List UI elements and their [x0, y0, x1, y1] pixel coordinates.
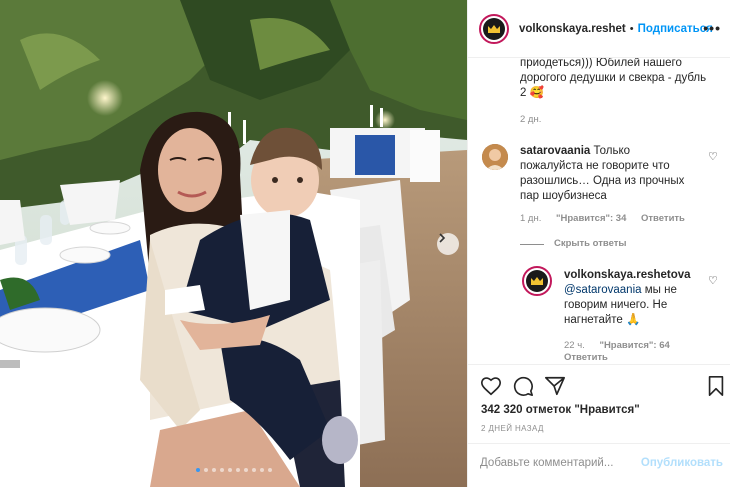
carousel-dot: [203, 468, 208, 472]
carousel-dot: [195, 468, 200, 472]
comments-list[interactable]: приодеться))) Юбилей нашего дорогого дед…: [468, 58, 730, 364]
chevron-right-icon: [439, 233, 446, 243]
post-header: volkonskaya.reshet • Подписаться •••: [468, 0, 730, 58]
reply-like-heart-icon[interactable]: ♡: [708, 274, 718, 287]
reply-mention[interactable]: @satarovaania: [564, 284, 642, 296]
carousel-dot: [235, 468, 240, 472]
reply-body: volkonskaya.reshetova @satarovaania мы н…: [564, 268, 704, 328]
post-side-panel: volkonskaya.reshet • Подписаться ••• при…: [467, 0, 730, 487]
author-username[interactable]: volkonskaya.reshet: [519, 23, 626, 35]
replies-divider: [520, 244, 544, 245]
heart-icon[interactable]: [480, 375, 502, 397]
carousel-dot: [227, 468, 232, 472]
crown-logo-icon: [526, 270, 548, 292]
comment-input[interactable]: Добавьте комментарий...: [480, 457, 613, 469]
likes-count[interactable]: 342 320 отметок "Нравится": [481, 404, 640, 416]
header-separator: •: [629, 22, 634, 35]
more-icon[interactable]: •••: [703, 20, 721, 36]
carousel-dot: [251, 468, 256, 472]
caption-text: приодеться))) Юбилей нашего дорогого дед…: [520, 58, 707, 99]
reply-username[interactable]: volkonskaya.reshetova: [564, 269, 691, 281]
caption-time[interactable]: 2 дн.: [520, 114, 541, 125]
comment-reply-button[interactable]: Ответить: [641, 213, 685, 224]
post-photo[interactable]: [0, 0, 467, 487]
reply-meta: 22 ч. "Нравится": 64: [564, 340, 682, 351]
bookmark-icon[interactable]: [706, 375, 726, 397]
photo-scene: [0, 0, 467, 487]
commenter-avatar[interactable]: [482, 144, 508, 170]
reply-avatar[interactable]: [522, 266, 552, 296]
reply-meta-2: Ответить: [564, 352, 620, 363]
add-comment-bar: Добавьте комментарий... Опубликовать: [468, 443, 730, 487]
carousel-dot: [219, 468, 224, 472]
crown-logo-icon: [483, 17, 505, 40]
publish-button[interactable]: Опубликовать: [641, 457, 723, 469]
carousel-dot: [267, 468, 272, 472]
avatar[interactable]: [479, 13, 509, 44]
carousel-indicator: [0, 468, 467, 472]
instagram-post: volkonskaya.reshet • Подписаться ••• при…: [0, 0, 730, 487]
comment-username[interactable]: satarovaania: [520, 145, 590, 157]
comment-like-heart-icon[interactable]: ♡: [708, 150, 718, 163]
carousel-dot: [259, 468, 264, 472]
hide-replies-button[interactable]: Скрыть ответы: [554, 238, 627, 249]
carousel-dot: [243, 468, 248, 472]
reply-time[interactable]: 22 ч.: [564, 340, 585, 351]
comment-meta: 1 дн. "Нравится": 34 Ответить: [520, 213, 697, 224]
share-icon[interactable]: [544, 375, 566, 397]
reply-likes[interactable]: "Нравится": 64: [599, 340, 669, 351]
comment-icon[interactable]: [512, 375, 534, 397]
post-date[interactable]: 2 ДНЕЙ НАЗАД: [481, 424, 544, 433]
comment-likes[interactable]: "Нравится": 34: [556, 213, 626, 224]
reply-reply-button[interactable]: Ответить: [564, 352, 608, 363]
next-photo-button[interactable]: [437, 233, 459, 255]
comment-body: satarovaania Только пожалуйста не говори…: [520, 144, 690, 204]
comment-time[interactable]: 1 дн.: [520, 213, 541, 224]
carousel-dot: [211, 468, 216, 472]
follow-button[interactable]: Подписаться: [638, 23, 713, 35]
